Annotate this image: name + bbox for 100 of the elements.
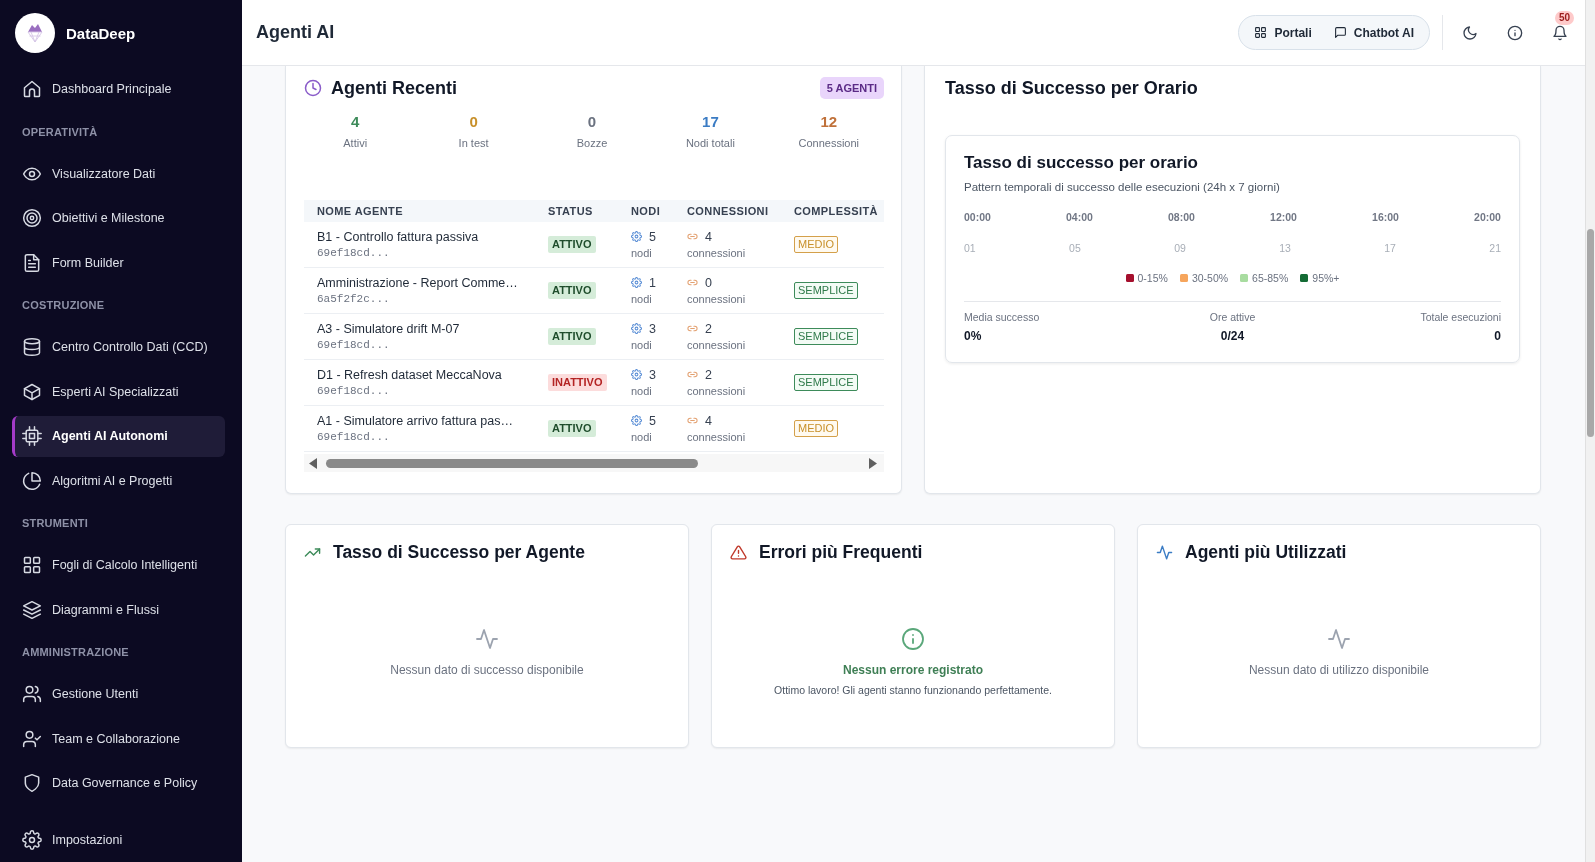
section-heading: AMMINISTRAZIONE — [21, 645, 130, 660]
gear-icon — [631, 323, 642, 334]
hour-number: 21 — [1489, 241, 1501, 255]
column-header[interactable]: CONNESSIONI — [684, 205, 791, 217]
hour-label: 08:00 — [1168, 210, 1195, 224]
chat-bubble-icon — [1333, 26, 1347, 39]
status-badge: INATTIVO — [548, 374, 607, 391]
scrollbar-thumb[interactable] — [1587, 229, 1594, 437]
agent-id: 69ef18cd... — [317, 337, 390, 353]
nav-item[interactable]: Data Governance e Policy — [12, 762, 225, 804]
home-icon — [22, 79, 42, 100]
agent-id: 69ef18cd... — [317, 429, 390, 445]
complexity-badge: MEDIO — [794, 420, 839, 437]
summary-label: Ore attive — [1209, 310, 1256, 324]
nav-item[interactable]: Agenti AI Autonomi — [12, 415, 225, 457]
column-header[interactable]: COMPLESSITÀ — [791, 205, 884, 217]
column-header[interactable]: NOME AGENTE — [304, 205, 545, 217]
success-message: Nessun errore registrato — [842, 663, 984, 678]
cube-icon — [22, 381, 42, 402]
pulse-icon — [1156, 543, 1173, 561]
node-count: 5 — [649, 412, 656, 429]
gear-icon — [631, 277, 642, 288]
top-link-button[interactable]: Chatbot AI — [1333, 25, 1414, 40]
nav-item[interactable]: Centro Controllo Dati (CCD) — [12, 326, 225, 368]
section-heading: COSTRUZIONE — [21, 298, 106, 313]
hour-number: 09 — [1174, 241, 1186, 255]
node-count: 5 — [649, 228, 656, 245]
pulse-icon — [475, 627, 499, 651]
hour-label: 12:00 — [1270, 210, 1297, 224]
summary-value: 0 — [1494, 329, 1501, 344]
horizontal-scrollbar[interactable] — [304, 454, 884, 472]
summary-label: Media successo — [964, 310, 1040, 324]
node-unit: nodi — [631, 245, 652, 261]
section-heading: STRUMENTI — [21, 516, 89, 531]
target-icon — [22, 208, 42, 229]
vertical-scrollbar[interactable] — [1585, 0, 1595, 862]
link-icon — [687, 369, 698, 380]
layers-icon — [22, 599, 42, 620]
nav-item[interactable]: Diagrammi e Flussi — [12, 589, 225, 631]
success-detail: Ottimo lavoro! Gli agenti stanno funzionando perfettamente. — [774, 683, 1052, 697]
stat-value: 0 — [469, 113, 478, 131]
hour-label: 20:00 — [1474, 210, 1501, 224]
grid-icon — [22, 555, 42, 576]
arrow-right-icon[interactable] — [869, 457, 877, 469]
settings-nav-item[interactable]: Impostazioni — [12, 819, 225, 860]
nav-item[interactable]: Visualizzatore Dati — [12, 153, 225, 195]
node-unit: nodi — [631, 383, 652, 399]
database-icon — [22, 337, 42, 358]
connection-count: 4 — [705, 412, 712, 429]
connection-unit: connessioni — [687, 337, 746, 353]
arrow-left-icon[interactable] — [309, 457, 317, 469]
card-title: Tasso di Successo per Agente — [333, 541, 585, 563]
stat-label: In test — [458, 136, 489, 150]
connection-count: 4 — [705, 228, 712, 245]
stat-value: 0 — [587, 113, 597, 131]
status-badge: ATTIVO — [548, 282, 596, 299]
nav-item[interactable]: Obiettivi e Milestone — [12, 197, 225, 239]
stat-value: 4 — [351, 113, 360, 131]
status-badge: ATTIVO — [548, 420, 596, 437]
gear-icon — [631, 369, 642, 380]
page-title: Agenti AI — [256, 22, 335, 43]
nav-item[interactable]: Fogli di Calcolo Intelligenti — [12, 544, 225, 586]
connection-unit: connessioni — [687, 291, 746, 307]
notification-count: 50 — [1555, 10, 1575, 25]
agent-name: A3 - Simulatore drift M-07 — [317, 320, 460, 337]
bell-icon — [1552, 24, 1568, 41]
stat-label: Attivi — [343, 136, 368, 150]
shield-icon — [22, 773, 42, 794]
column-header[interactable]: NODI — [628, 205, 684, 217]
agent-id: 69ef18cd... — [317, 383, 390, 399]
stat-label: Nodi totali — [685, 136, 735, 150]
users-icon — [22, 684, 42, 705]
connection-unit: connessioni — [687, 383, 746, 399]
nav-item[interactable]: Esperti AI Specializzati — [12, 371, 225, 413]
agent-id: 6a5f2f2c... — [317, 291, 390, 307]
legend-label: 95%+ — [1312, 271, 1340, 285]
hour-label: 00:00 — [964, 210, 991, 224]
top-link-button[interactable]: Portali — [1254, 25, 1312, 40]
nav-item[interactable]: Gestione Utenti — [12, 673, 225, 715]
legend-label: 30-50% — [1191, 271, 1229, 285]
link-icon — [687, 231, 698, 242]
nav-item[interactable]: Form Builder — [12, 242, 225, 284]
nav-item[interactable]: Algoritmi AI e Progetti — [12, 460, 225, 502]
card-title: Agenti Recenti — [331, 77, 458, 99]
grid-icon — [1254, 26, 1268, 39]
nav-item[interactable]: Team e Collaborazione — [12, 718, 225, 760]
agent-name: Amministrazione - Report Comme… — [317, 274, 518, 291]
node-count: 3 — [649, 320, 656, 337]
summary-label: Totale esecuzioni — [1420, 310, 1501, 324]
nav-item[interactable]: Dashboard Principale — [12, 68, 225, 110]
empty-message: Nessun dato di successo disponibile — [390, 663, 584, 678]
agent-name: D1 - Refresh dataset MeccaNova — [317, 366, 502, 383]
logo-icon — [15, 13, 55, 53]
scrollbar-thumb[interactable] — [326, 458, 698, 468]
connection-count: 2 — [705, 320, 712, 337]
column-header[interactable]: STATUS — [545, 205, 628, 217]
card-title: Errori più Frequenti — [759, 541, 923, 563]
legend-label: 65-85% — [1252, 271, 1289, 285]
card-title: Agenti più Utilizzati — [1185, 541, 1347, 563]
link-icon — [687, 277, 698, 288]
